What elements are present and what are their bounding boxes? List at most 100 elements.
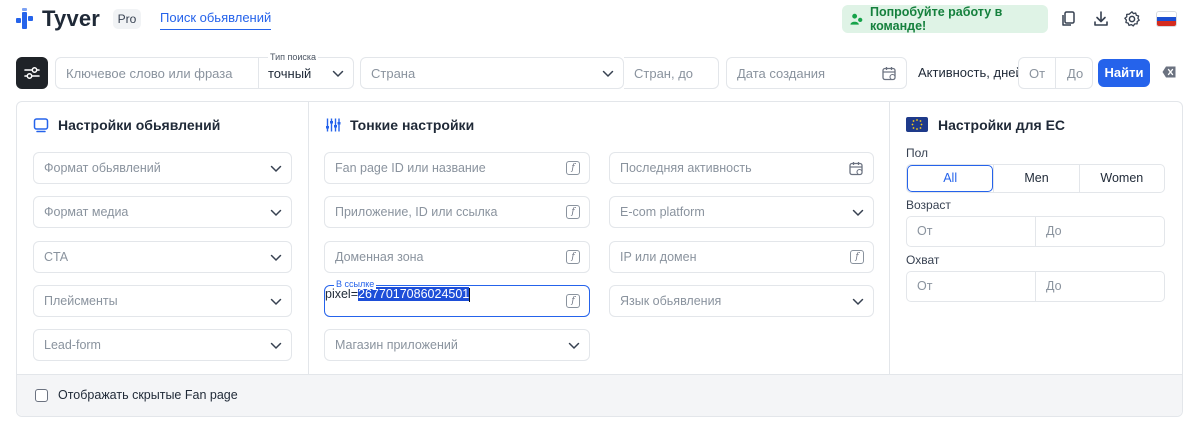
app-placeholder: Приложение, ID или ссылка — [335, 205, 498, 219]
top-header: Tyver Pro Поиск обьявлений Попробуйте ра… — [0, 0, 1200, 40]
activity-label: Активность, дней — [918, 65, 1023, 80]
chevron-down-icon — [602, 70, 614, 78]
app-store-placeholder: Магазин приложений — [335, 338, 458, 352]
age-label: Возраст — [906, 198, 951, 212]
ecom-platform-select[interactable]: E-com platform — [609, 196, 874, 228]
function-icon: f — [850, 250, 864, 264]
countries-to-placeholder: Стран, до — [634, 66, 694, 81]
lead-form-select[interactable]: Lead-form — [33, 329, 292, 361]
copy-icon[interactable] — [1059, 10, 1077, 28]
ad-language-placeholder: Язык обьявления — [620, 294, 722, 308]
creation-date-input[interactable]: Дата создания — [726, 57, 907, 89]
settings-gear-icon[interactable] — [1123, 10, 1141, 28]
chevron-down-icon — [332, 70, 344, 78]
fine-settings-title: Тонкие настройки — [350, 117, 475, 133]
search-type-label: Тип поиска — [268, 52, 319, 62]
fanpage-input[interactable]: Fan page ID или название f — [324, 152, 590, 184]
text-caret — [469, 287, 471, 302]
reach-label: Охват — [906, 253, 940, 267]
last-activity-input[interactable]: Последняя активность — [609, 152, 874, 184]
logo-mark-icon — [16, 8, 36, 30]
function-icon: f — [566, 205, 580, 219]
chevron-down-icon — [568, 342, 580, 350]
gender-option-all[interactable]: All — [907, 165, 994, 192]
try-team-label: Попробуйте работу в команде! — [869, 5, 1003, 33]
filters-toggle-button[interactable] — [16, 57, 48, 89]
chevron-down-icon — [852, 209, 864, 217]
country-select[interactable]: Страна — [360, 57, 624, 89]
media-format-select[interactable]: Формат медиа — [33, 196, 292, 228]
reach-range: От До — [906, 271, 1165, 302]
keyword-search-group: Ключевое слово или фраза Тип поиска точн… — [55, 52, 354, 89]
activity-to-input[interactable]: До — [1067, 66, 1083, 81]
ad-format-select[interactable]: Формат обьявлений — [33, 152, 292, 184]
gender-label: Пол — [906, 146, 929, 160]
ip-domain-placeholder: IP или домен — [620, 250, 697, 264]
logo-text: Tyver — [42, 6, 101, 31]
reach-from-input[interactable]: От — [907, 272, 1035, 301]
panel-divider — [889, 102, 890, 374]
ads-settings-title: Настройки обьявлений — [58, 117, 221, 133]
eu-flag-icon — [906, 117, 928, 132]
try-team-button[interactable]: Попробуйте работу в команде! — [842, 5, 1048, 33]
placements-placeholder: Плейсменты — [44, 294, 118, 308]
reach-to-input[interactable]: До — [1035, 272, 1164, 301]
cta-placeholder: CTA — [44, 250, 69, 264]
nav-link-ad-search[interactable]: Поиск обьявлений — [160, 10, 272, 30]
countries-to-input[interactable]: Стран, до — [624, 57, 719, 89]
gender-option-women[interactable]: Women — [1078, 165, 1164, 192]
age-to-input[interactable]: До — [1035, 217, 1164, 246]
sliders-icon — [24, 67, 40, 79]
link-contains-label: В ссылке — [334, 279, 377, 289]
panel-divider — [308, 102, 309, 374]
calendar-icon[interactable] — [882, 66, 897, 81]
russia-flag-icon[interactable] — [1156, 11, 1177, 27]
chevron-down-icon — [852, 298, 864, 306]
lead-form-placeholder: Lead-form — [44, 338, 101, 352]
last-activity-placeholder: Последняя активность — [620, 161, 752, 175]
ecom-platform-placeholder: E-com platform — [620, 205, 705, 219]
app-store-select[interactable]: Магазин приложений — [324, 329, 590, 361]
link-tail-text: 1 — [462, 287, 470, 301]
ip-domain-input[interactable]: IP или домен f — [609, 241, 874, 273]
function-icon: f — [566, 250, 580, 264]
ad-format-placeholder: Формат обьявлений — [44, 161, 161, 175]
link-contains-input[interactable]: В ссылке pixel=2677017086024501 f — [324, 279, 590, 317]
media-format-placeholder: Формат медиа — [44, 205, 129, 219]
function-icon: f — [566, 294, 580, 308]
chevron-down-icon — [270, 342, 282, 350]
fanpage-placeholder: Fan page ID или название — [335, 161, 486, 175]
activity-range: От До — [1018, 57, 1093, 89]
search-type-select[interactable]: точный — [268, 66, 311, 81]
link-selected-text: 267701708602450 — [358, 287, 463, 301]
domain-zone-placeholder: Доменная зона — [335, 250, 424, 264]
show-hidden-fanpage-label[interactable]: Отображать скрытые Fan page — [58, 388, 238, 402]
keyword-input[interactable]: Ключевое слово или фраза — [66, 66, 232, 81]
domain-zone-input[interactable]: Доменная зона f — [324, 241, 590, 273]
activity-from-input[interactable]: От — [1029, 66, 1045, 81]
gender-segmented-control: All Men Women — [906, 164, 1165, 193]
chevron-down-icon — [270, 209, 282, 217]
creation-date-placeholder: Дата создания — [737, 66, 826, 81]
pro-badge: Pro — [113, 9, 141, 29]
show-hidden-fanpage-checkbox[interactable] — [35, 389, 48, 402]
find-button[interactable]: Найти — [1098, 59, 1150, 87]
age-from-input[interactable]: От — [907, 217, 1035, 246]
download-icon[interactable] — [1092, 10, 1110, 28]
clear-backspace-icon[interactable] — [1162, 66, 1176, 78]
chevron-down-icon — [270, 298, 282, 306]
gender-option-men[interactable]: Men — [993, 165, 1078, 192]
link-contains-value: pixel=2677017086024501 — [325, 287, 471, 302]
ad-language-select[interactable]: Язык обьявления — [609, 285, 874, 317]
function-icon: f — [566, 161, 580, 175]
cta-select[interactable]: CTA — [33, 241, 292, 273]
logo[interactable]: Tyver — [16, 8, 100, 30]
monitor-icon — [33, 118, 49, 133]
link-prefix-text: pixel= — [325, 287, 359, 301]
country-placeholder: Страна — [371, 66, 416, 81]
team-user-icon — [850, 13, 863, 25]
calendar-icon[interactable] — [849, 161, 864, 176]
chevron-down-icon — [270, 254, 282, 262]
placements-select[interactable]: Плейсменты — [33, 285, 292, 317]
app-input[interactable]: Приложение, ID или ссылка f — [324, 196, 590, 228]
